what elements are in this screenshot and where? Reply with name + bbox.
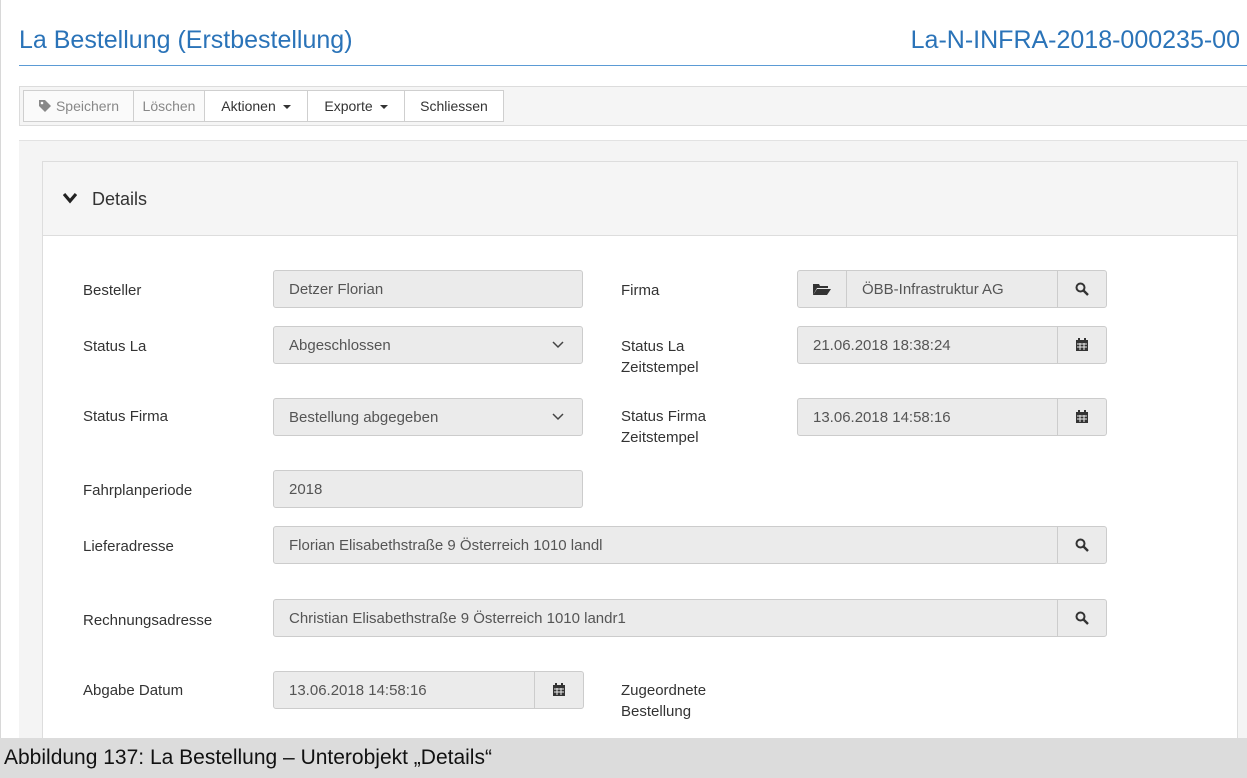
firma-field[interactable]: ÖBB-Infrastruktur AG [846, 270, 1058, 308]
besteller-label: Besteller [83, 282, 142, 299]
lieferadresse-label: Lieferadresse [83, 538, 174, 555]
calendar-icon [1076, 338, 1088, 351]
besteller-field[interactable]: Detzer Florian [273, 270, 583, 308]
calendar-icon [553, 683, 565, 696]
save-button-label: Speichern [55, 98, 120, 114]
firma-search-button[interactable] [1057, 270, 1107, 308]
status-firma-ts-value: 13.06.2018 14:58:16 [813, 408, 951, 426]
zugeordnete-label-line2: Bestellung [621, 703, 692, 720]
document-id: La-N-INFRA-2018-000235-00 [910, 26, 1240, 54]
close-button-label: Schliessen [420, 98, 488, 114]
page-header: La Bestellung (Erstbestellung) La-N-INFR… [19, 24, 1247, 66]
abgabe-datum-value: 13.06.2018 14:58:16 [289, 681, 427, 699]
search-icon [1075, 282, 1089, 296]
lieferadresse-field[interactable]: Florian Elisabethstraße 9 Österreich 101… [273, 526, 1059, 564]
status-firma-ts-calendar-button[interactable] [1057, 398, 1107, 436]
zugeordnete-label-line1: Zugeordnete [621, 682, 707, 699]
besteller-value: Detzer Florian [289, 280, 384, 298]
firma-browse-button[interactable] [797, 270, 847, 308]
rechnungsadresse-field[interactable]: Christian Elisabethstraße 9 Österreich 1… [273, 599, 1059, 637]
chevron-down-icon [552, 413, 564, 421]
details-panel: Details Besteller Detzer Florian Firma Ö… [42, 161, 1238, 739]
status-la-ts-value: 21.06.2018 18:38:24 [813, 336, 951, 354]
exports-label: Exporte [324, 98, 373, 114]
actions-dropdown[interactable]: Aktionen [204, 90, 308, 122]
details-panel-header[interactable]: Details [43, 162, 1237, 236]
figure-caption: Abbildung 137: La Bestellung – Unterobje… [0, 738, 1247, 778]
lieferadresse-search-button[interactable] [1057, 526, 1107, 564]
search-icon [1075, 611, 1089, 625]
fahrplanperiode-field[interactable]: 2018 [273, 470, 583, 508]
page-title: La Bestellung (Erstbestellung) [19, 26, 353, 54]
rechnungsadresse-search-button[interactable] [1057, 599, 1107, 637]
details-panel-title: Details [92, 189, 148, 209]
status-la-ts-label: Status La Zeitstempel [621, 336, 699, 378]
status-la-select[interactable]: Abgeschlossen [273, 326, 583, 364]
actions-label: Aktionen [221, 98, 276, 114]
rechnungsadresse-value: Christian Elisabethstraße 9 Österreich 1… [289, 609, 626, 627]
firma-value: ÖBB-Infrastruktur AG [862, 280, 1004, 298]
chevron-down-icon [552, 341, 564, 349]
abgabe-datum-field[interactable]: 13.06.2018 14:58:16 [273, 671, 535, 709]
status-firma-select[interactable]: Bestellung abgegeben [273, 398, 583, 436]
close-button[interactable]: Schliessen [404, 90, 504, 122]
toolbar: Speichern Löschen Aktionen Exporte Schli… [19, 86, 1247, 126]
status-la-ts-field[interactable]: 21.06.2018 18:38:24 [797, 326, 1059, 364]
chevron-down-icon [63, 192, 77, 204]
save-button[interactable]: Speichern [23, 90, 134, 122]
status-firma-ts-label-line1: Status Firma [621, 408, 707, 425]
delete-button[interactable]: Löschen [133, 90, 205, 122]
caret-down-icon [282, 105, 291, 109]
exports-dropdown[interactable]: Exporte [307, 90, 405, 122]
status-la-ts-label-line2: Zeitstempel [621, 359, 699, 376]
tag-icon [38, 100, 51, 112]
content-area: Details Besteller Detzer Florian Firma Ö… [19, 140, 1247, 739]
status-la-value: Abgeschlossen [289, 336, 391, 354]
status-firma-value: Bestellung abgegeben [289, 408, 439, 426]
rechnungsadresse-label: Rechnungsadresse [83, 612, 213, 629]
status-firma-ts-label-line2: Zeitstempel [621, 429, 699, 446]
fahrplanperiode-label: Fahrplanperiode [83, 482, 193, 499]
status-la-label: Status La [83, 338, 147, 355]
folder-open-icon [813, 284, 831, 295]
caret-down-icon [379, 105, 388, 109]
firma-label: Firma [621, 282, 660, 299]
lieferadresse-value: Florian Elisabethstraße 9 Österreich 101… [289, 536, 603, 554]
app-frame: La Bestellung (Erstbestellung) La-N-INFR… [0, 0, 1247, 739]
status-firma-label: Status Firma [83, 408, 169, 425]
status-la-ts-calendar-button[interactable] [1057, 326, 1107, 364]
delete-button-label: Löschen [142, 98, 196, 114]
zugeordnete-bestellung-label: Zugeordnete Bestellung [621, 680, 706, 722]
fahrplanperiode-value: 2018 [289, 480, 323, 498]
status-firma-ts-field[interactable]: 13.06.2018 14:58:16 [797, 398, 1059, 436]
status-firma-ts-label: Status Firma Zeitstempel [621, 406, 706, 448]
calendar-icon [1076, 410, 1088, 423]
abgabe-datum-label: Abgabe Datum [83, 682, 184, 699]
status-la-ts-label-line1: Status La [621, 338, 685, 355]
abgabe-datum-calendar-button[interactable] [534, 671, 584, 709]
search-icon [1075, 538, 1089, 552]
